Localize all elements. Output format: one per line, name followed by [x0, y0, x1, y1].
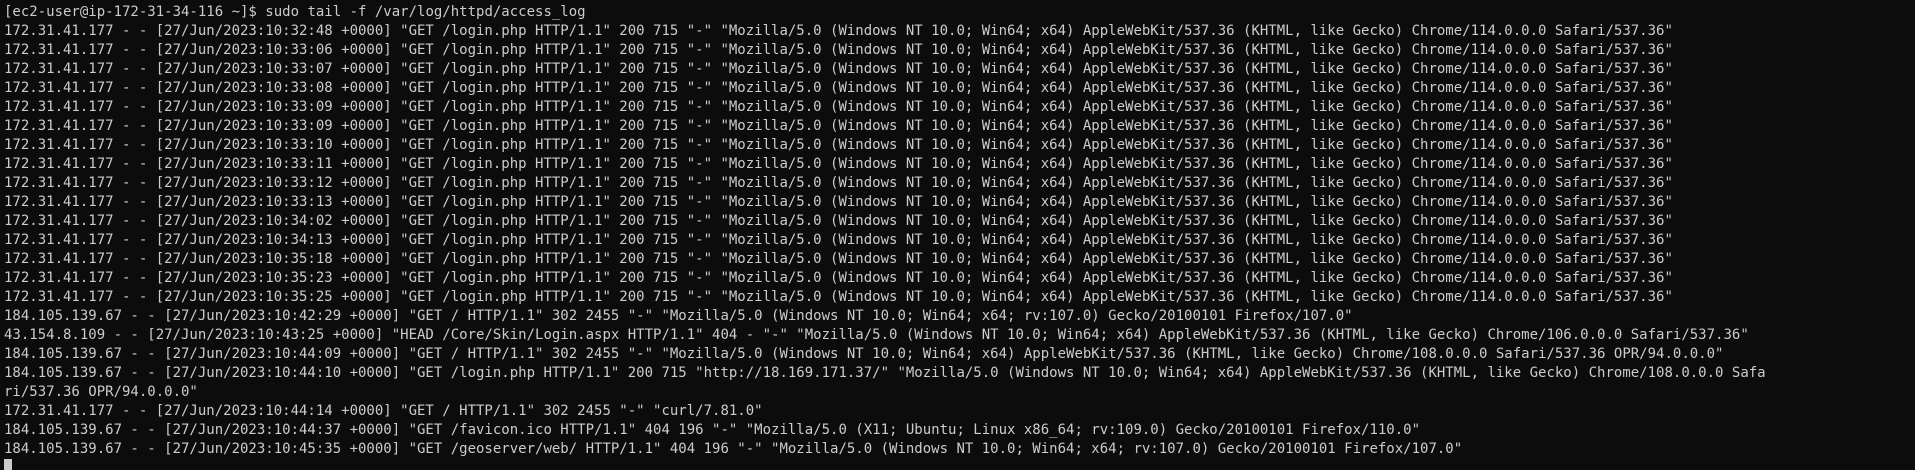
log-line: 172.31.41.177 - - [27/Jun/2023:10:32:48 …	[4, 23, 1673, 39]
text-cursor	[4, 459, 12, 470]
command-line: [ec2-user@ip-172-31-34-116 ~]$ sudo tail…	[4, 3, 1915, 22]
log-line: 184.105.139.67 - - [27/Jun/2023:10:44:09…	[4, 346, 1724, 362]
shell-prompt: [ec2-user@ip-172-31-34-116 ~]$	[4, 4, 266, 20]
log-line: 184.105.139.67 - - [27/Jun/2023:10:45:35…	[4, 441, 1463, 457]
log-line: 172.31.41.177 - - [27/Jun/2023:10:33:13 …	[4, 194, 1673, 210]
log-line: 172.31.41.177 - - [27/Jun/2023:10:34:02 …	[4, 213, 1673, 229]
log-line: 172.31.41.177 - - [27/Jun/2023:10:33:06 …	[4, 42, 1673, 58]
log-line: 172.31.41.177 - - [27/Jun/2023:10:33:12 …	[4, 175, 1673, 191]
command-text: sudo tail -f /var/log/httpd/access_log	[265, 4, 586, 20]
log-line: 43.154.8.109 - - [27/Jun/2023:10:43:25 +…	[4, 327, 1749, 343]
log-line: 172.31.41.177 - - [27/Jun/2023:10:35:23 …	[4, 270, 1673, 286]
log-line: 172.31.41.177 - - [27/Jun/2023:10:33:07 …	[4, 61, 1673, 77]
log-line: 184.105.139.67 - - [27/Jun/2023:10:44:10…	[4, 365, 1766, 381]
log-line: 172.31.41.177 - - [27/Jun/2023:10:35:25 …	[4, 289, 1673, 305]
log-line: 172.31.41.177 - - [27/Jun/2023:10:34:13 …	[4, 232, 1673, 248]
log-line: 172.31.41.177 - - [27/Jun/2023:10:35:18 …	[4, 251, 1673, 267]
log-line: 172.31.41.177 - - [27/Jun/2023:10:33:08 …	[4, 80, 1673, 96]
cursor-line	[4, 459, 1915, 470]
log-line: 172.31.41.177 - - [27/Jun/2023:10:33:10 …	[4, 137, 1673, 153]
terminal-window[interactable]: [ec2-user@ip-172-31-34-116 ~]$ sudo tail…	[0, 0, 1915, 470]
log-line: 172.31.41.177 - - [27/Jun/2023:10:44:14 …	[4, 403, 763, 419]
log-line: 172.31.41.177 - - [27/Jun/2023:10:33:11 …	[4, 156, 1673, 172]
log-line-wrapped: ri/537.36 OPR/94.0.0.0"	[4, 384, 198, 400]
log-line: 184.105.139.67 - - [27/Jun/2023:10:42:29…	[4, 308, 1353, 324]
log-line: 184.105.139.67 - - [27/Jun/2023:10:44:37…	[4, 422, 1421, 438]
log-line: 172.31.41.177 - - [27/Jun/2023:10:33:09 …	[4, 99, 1673, 115]
log-line: 172.31.41.177 - - [27/Jun/2023:10:33:09 …	[4, 118, 1673, 134]
